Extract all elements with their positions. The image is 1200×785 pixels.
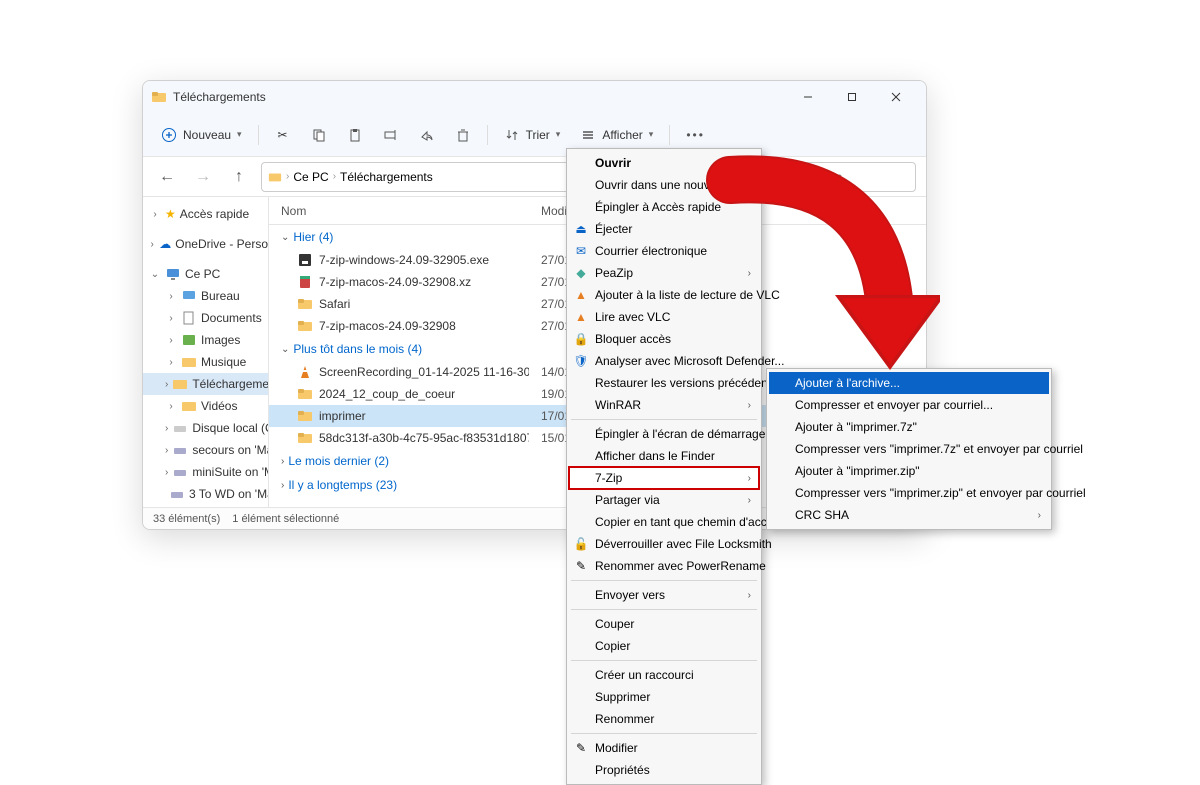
ctx-pin-start[interactable]: Épingler à l'écran de démarrage: [569, 423, 759, 445]
ctx-compress-zip-email[interactable]: Compresser vers "imprimer.zip" et envoye…: [769, 482, 1049, 504]
vlc-icon: ▲: [573, 287, 589, 303]
more-button[interactable]: •••: [678, 119, 713, 151]
shield-icon: 🛡: [573, 353, 589, 369]
share-icon: [419, 127, 435, 143]
maximize-button[interactable]: [830, 82, 874, 112]
sidebar-item-videos[interactable]: ›Vidéos: [143, 395, 268, 417]
ctx-delete[interactable]: Supprimer: [569, 686, 759, 708]
chevron-down-icon: ▾: [649, 129, 654, 140]
sidebar-item-downloads[interactable]: ›Téléchargemen: [143, 373, 268, 395]
folder-icon: [268, 170, 282, 184]
email-icon: ✉: [573, 243, 589, 259]
ctx-defender[interactable]: 🛡Analyser avec Microsoft Defender...: [569, 350, 759, 372]
titlebar: Téléchargements: [143, 81, 926, 113]
rename-icon: ✎: [573, 558, 589, 574]
view-icon: [580, 127, 596, 143]
ctx-add-zip[interactable]: Ajouter à "imprimer.zip": [769, 460, 1049, 482]
forward-button[interactable]: →: [189, 163, 217, 191]
sidebar-item-images[interactable]: ›Images: [143, 329, 268, 351]
trash-icon: [455, 127, 471, 143]
plus-circle-icon: [161, 127, 177, 143]
ctx-vlc-add[interactable]: ▲Ajouter à la liste de lecture de VLC: [569, 284, 759, 306]
view-button[interactable]: Afficher ▾: [572, 119, 661, 151]
copy-icon: [311, 127, 327, 143]
lock-icon: 🔒: [573, 331, 589, 347]
paste-icon: [347, 127, 363, 143]
context-submenu-7zip: Ajouter à l'archive... Compresser et env…: [766, 368, 1052, 530]
ctx-pin-quick[interactable]: Épingler à Accès rapide: [569, 196, 759, 218]
folder-icon: [151, 89, 167, 105]
toolbar: Nouveau ▾ ✂ Trier ▾ Afficher ▾ •••: [143, 113, 926, 157]
ctx-eject[interactable]: ⏏Éjecter: [569, 218, 759, 240]
up-button[interactable]: ↑: [225, 163, 253, 191]
ctx-winrar[interactable]: WinRAR›: [569, 394, 759, 416]
ctx-copy[interactable]: Copier: [569, 635, 759, 657]
sidebar-item-onedrive[interactable]: ›☁OneDrive - Perso: [143, 233, 268, 255]
sidebar-item-pc[interactable]: ⌄Ce PC: [143, 263, 268, 285]
minimize-button[interactable]: [786, 82, 830, 112]
sidebar-item-desktop[interactable]: ›Bureau: [143, 285, 268, 307]
ctx-open[interactable]: Ouvrir: [569, 152, 759, 174]
sidebar-item-net2[interactable]: ›miniSuite on 'M: [143, 461, 268, 483]
ctx-add-7z[interactable]: Ajouter à "imprimer.7z": [769, 416, 1049, 438]
ctx-copy-path[interactable]: Copier en tant que chemin d'accès: [569, 511, 759, 533]
ctx-vlc-play[interactable]: ▲Lire avec VLC: [569, 306, 759, 328]
cut-button[interactable]: ✂: [267, 119, 299, 151]
copy-button[interactable]: [303, 119, 335, 151]
chevron-down-icon: ▾: [237, 129, 242, 140]
ctx-send-to[interactable]: Envoyer vers›: [569, 584, 759, 606]
sidebar-item-documents[interactable]: ›Documents: [143, 307, 268, 329]
ctx-rename[interactable]: Renommer: [569, 708, 759, 730]
paste-button[interactable]: [339, 119, 371, 151]
back-button[interactable]: ←: [153, 163, 181, 191]
rename-button[interactable]: [375, 119, 407, 151]
ctx-power-rename[interactable]: ✎Renommer avec PowerRename: [569, 555, 759, 577]
ctx-finder[interactable]: Afficher dans le Finder: [569, 445, 759, 467]
window-title: Téléchargements: [173, 90, 786, 104]
ctx-email[interactable]: ✉Courrier électronique: [569, 240, 759, 262]
ctx-7zip[interactable]: 7-Zip›: [569, 467, 759, 489]
ctx-cut[interactable]: Couper: [569, 613, 759, 635]
sidebar: ›★Accès rapide ›☁OneDrive - Perso ⌄Ce PC…: [143, 197, 269, 507]
chevron-down-icon: ▾: [556, 129, 561, 140]
rename-icon: [383, 127, 399, 143]
close-button[interactable]: [874, 82, 918, 112]
unlock-icon: 🔓: [573, 536, 589, 552]
edit-icon: ✎: [573, 740, 589, 756]
sidebar-item-quick-access[interactable]: ›★Accès rapide: [143, 203, 268, 225]
ctx-add-to-archive[interactable]: Ajouter à l'archive...: [769, 372, 1049, 394]
peazip-icon: ◆: [573, 265, 589, 281]
sort-icon: [504, 127, 520, 143]
ctx-block[interactable]: 🔒Bloquer accès: [569, 328, 759, 350]
ctx-shortcut[interactable]: Créer un raccourci: [569, 664, 759, 686]
sidebar-item-music[interactable]: ›Musique: [143, 351, 268, 373]
ctx-peazip[interactable]: ◆PeaZip›: [569, 262, 759, 284]
ctx-properties[interactable]: Propriétés: [569, 759, 759, 781]
ctx-compress-7z-email[interactable]: Compresser vers "imprimer.7z" et envoyer…: [769, 438, 1049, 460]
ctx-share[interactable]: Partager via›: [569, 489, 759, 511]
ctx-restore[interactable]: Restaurer les versions précédentes: [569, 372, 759, 394]
ctx-open-new-window[interactable]: Ouvrir dans une nouvelle fenêtre: [569, 174, 759, 196]
sort-button[interactable]: Trier ▾: [496, 119, 569, 151]
ctx-compress-email[interactable]: Compresser et envoyer par courriel...: [769, 394, 1049, 416]
vlc-icon: ▲: [573, 309, 589, 325]
ellipsis-icon: •••: [686, 128, 705, 142]
eject-icon: ⏏: [573, 221, 589, 237]
context-menu: Ouvrir Ouvrir dans une nouvelle fenêtre …: [566, 148, 762, 785]
ctx-unlock[interactable]: 🔓Déverrouiller avec File Locksmith: [569, 533, 759, 555]
navbar: ← → ↑ › Ce PC › Téléchargements : Téléch…: [143, 157, 926, 197]
ctx-crc-sha[interactable]: CRC SHA›: [769, 504, 1049, 526]
sidebar-item-net3[interactable]: 3 To WD on 'Ma: [143, 483, 268, 505]
sidebar-item-net1[interactable]: ›secours on 'Ma: [143, 439, 268, 461]
delete-button[interactable]: [447, 119, 479, 151]
sidebar-item-disk[interactable]: ›Disque local (C: [143, 417, 268, 439]
share-button[interactable]: [411, 119, 443, 151]
scissors-icon: ✂: [275, 127, 291, 143]
new-button[interactable]: Nouveau ▾: [153, 119, 250, 151]
ctx-modify[interactable]: ✎Modifier: [569, 737, 759, 759]
